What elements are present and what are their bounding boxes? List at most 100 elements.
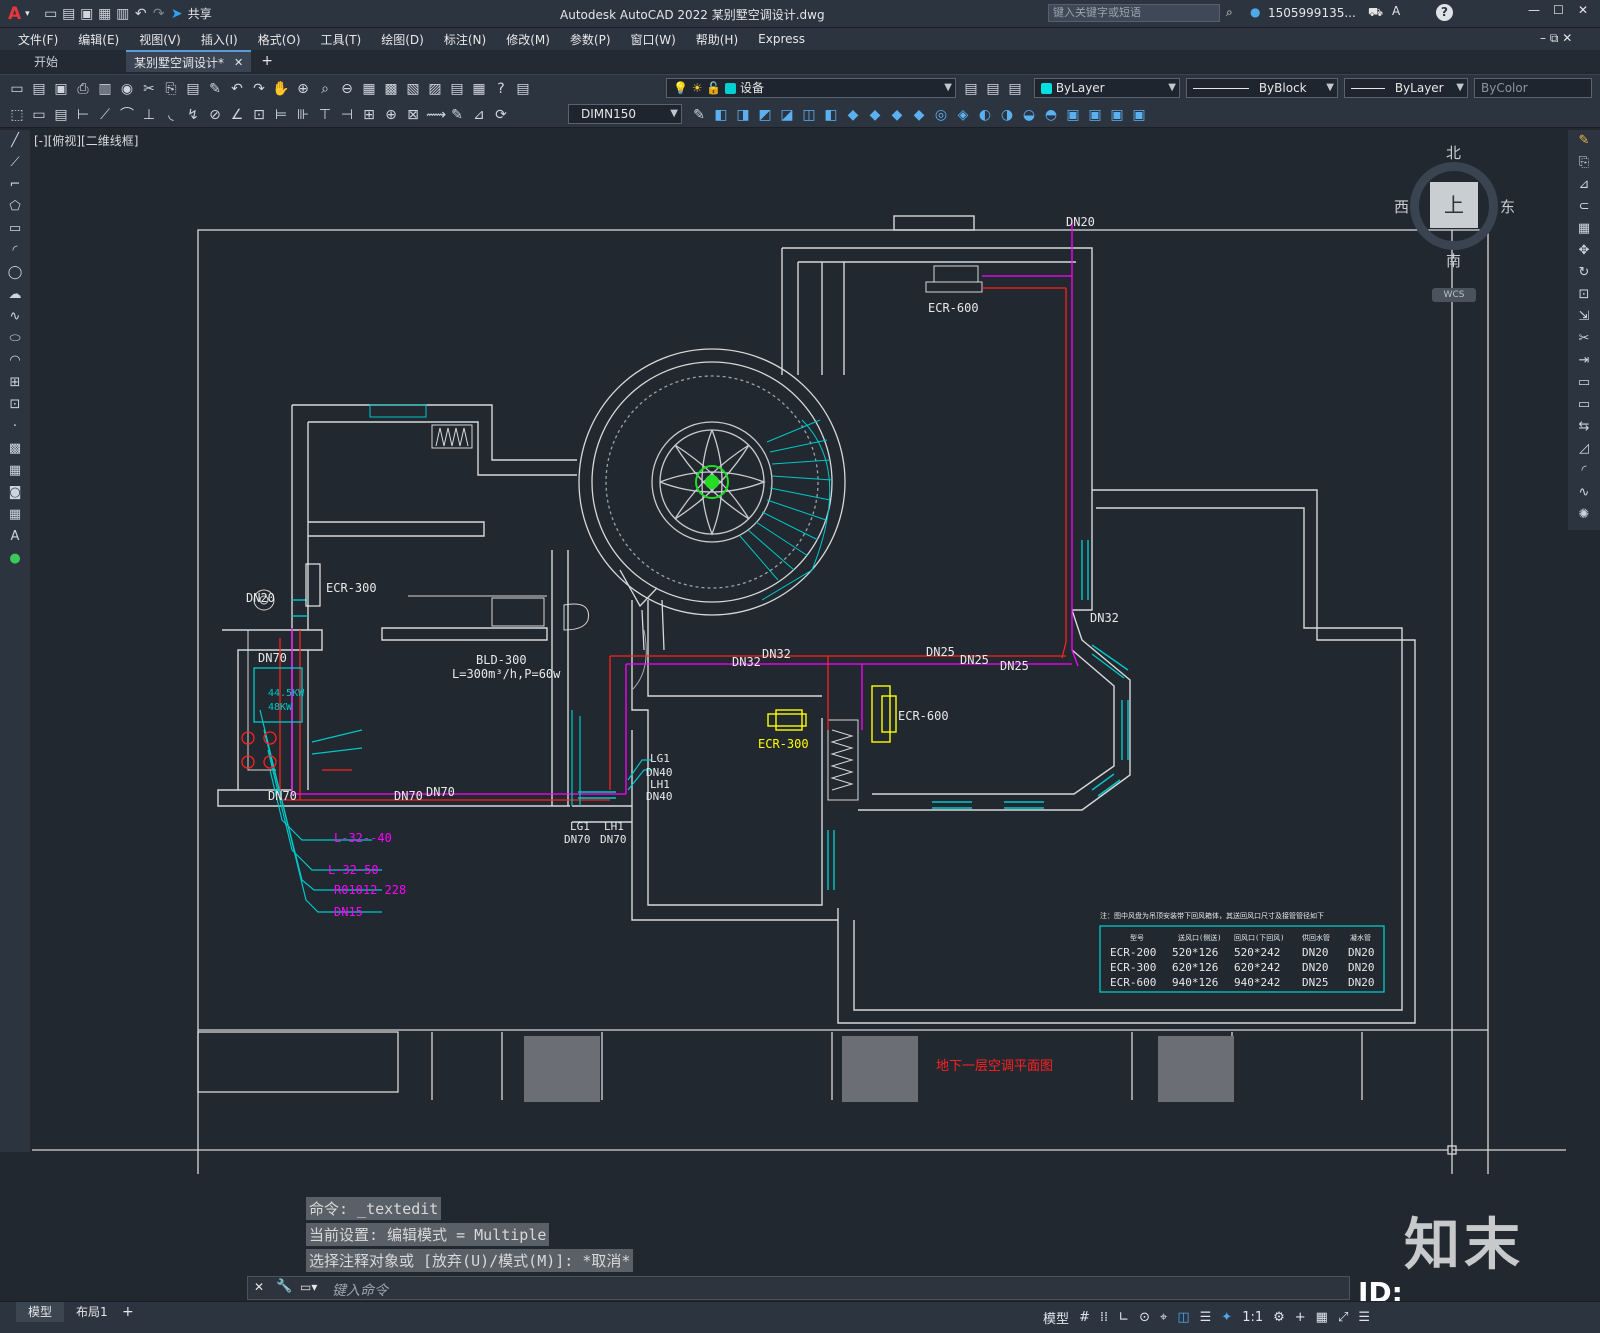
save-toolbar-icon[interactable]: ▣ bbox=[52, 80, 70, 98]
view-back-icon[interactable]: ◧ bbox=[822, 106, 840, 124]
close-tab-icon[interactable]: ✕ bbox=[234, 56, 243, 69]
move-icon[interactable]: ✥ bbox=[1568, 240, 1600, 262]
menu-window[interactable]: 窗口(W) bbox=[621, 31, 686, 48]
break-tool-icon[interactable]: ▭ bbox=[1568, 394, 1600, 416]
ucs-icon[interactable]: ▣ bbox=[1064, 106, 1082, 124]
extend-icon[interactable]: ⇥ bbox=[1568, 350, 1600, 372]
model-space-button[interactable]: 模型 bbox=[1043, 1308, 1069, 1327]
stretch-icon[interactable]: ⇲ bbox=[1568, 306, 1600, 328]
make-current-icon[interactable]: ▤ bbox=[962, 80, 980, 98]
command-line[interactable]: ✕ 🔧 ▭▾ 键入命令 bbox=[247, 1276, 1350, 1300]
menu-format[interactable]: 格式(O) bbox=[248, 31, 311, 48]
polar-icon[interactable]: ⊙ bbox=[1139, 1310, 1150, 1325]
polyline-tool-icon[interactable]: ⌐ bbox=[0, 174, 30, 196]
close-icon[interactable]: ✕ bbox=[1578, 3, 1588, 17]
autocad-logo[interactable]: A bbox=[8, 4, 21, 24]
view-bottom-icon[interactable]: ◨ bbox=[734, 106, 752, 124]
viewcube-top-face[interactable]: 上 bbox=[1430, 182, 1478, 228]
view-ne-icon[interactable]: ◆ bbox=[888, 106, 906, 124]
add-selected-icon[interactable]: ● bbox=[0, 548, 30, 570]
tab-layout1[interactable]: 布局1 bbox=[70, 1302, 114, 1322]
paste-icon[interactable]: ▤ bbox=[184, 80, 202, 98]
tab-active-drawing[interactable]: 某别墅空调设计* ✕ bbox=[126, 50, 252, 72]
camera-icon[interactable]: ◈ bbox=[954, 106, 972, 124]
explode-icon[interactable]: ✺ bbox=[1568, 504, 1600, 526]
open-icon[interactable]: ▤ bbox=[30, 80, 48, 98]
pan-icon[interactable]: ✋ bbox=[272, 80, 290, 98]
revcloud-icon[interactable]: ☁ bbox=[0, 284, 30, 306]
drawing-canvas[interactable]: [-][俯视][二维线框] DN20 ECR-600 ECR-300 DN20 … bbox=[32, 130, 1566, 1174]
line-icon[interactable]: ╱ bbox=[0, 130, 30, 152]
light-icon[interactable]: ◒ bbox=[1020, 106, 1038, 124]
layer-manager-icon[interactable]: ▤ bbox=[514, 80, 532, 98]
zoom-realtime-icon[interactable]: ⊕ bbox=[294, 80, 312, 98]
new-tab-button[interactable]: + bbox=[251, 53, 283, 69]
linear-dim-icon[interactable]: ⊢ bbox=[74, 106, 92, 124]
maximize-icon[interactable]: ☐ bbox=[1553, 3, 1564, 17]
circle-icon[interactable]: ◯ bbox=[0, 262, 30, 284]
otrack-icon[interactable]: ◫ bbox=[1177, 1310, 1189, 1325]
plus-icon[interactable]: + bbox=[1295, 1310, 1306, 1325]
inspect-icon[interactable]: ⊠ bbox=[404, 106, 422, 124]
orbit-icon[interactable]: ◎ bbox=[932, 106, 950, 124]
zoom-previous-icon[interactable]: ⊖ bbox=[338, 80, 356, 98]
print-icon[interactable]: ⎙ bbox=[74, 80, 92, 98]
settings-gear-icon[interactable]: ⚙ bbox=[1273, 1310, 1285, 1325]
menu-insert[interactable]: 插入(I) bbox=[191, 31, 248, 48]
redo-icon[interactable]: ↷ bbox=[150, 5, 168, 23]
point-icon[interactable]: · bbox=[0, 416, 30, 438]
rotate-icon[interactable]: ↻ bbox=[1568, 262, 1600, 284]
lineweight-icon[interactable]: ☰ bbox=[1200, 1310, 1212, 1325]
shade-icon[interactable]: ◐ bbox=[976, 106, 994, 124]
arc-icon[interactable]: ◜ bbox=[0, 240, 30, 262]
spline-icon[interactable]: ∿ bbox=[0, 306, 30, 328]
ucs-world-icon[interactable]: ▣ bbox=[1086, 106, 1104, 124]
menu-modify[interactable]: 修改(M) bbox=[496, 31, 560, 48]
view-right-icon[interactable]: ◪ bbox=[778, 106, 796, 124]
blend-icon[interactable]: ∿ bbox=[1568, 482, 1600, 504]
table-icon[interactable]: ▦ bbox=[0, 504, 30, 526]
tolerance-icon[interactable]: ⊞ bbox=[360, 106, 378, 124]
dim-style-icon[interactable]: ✎ bbox=[690, 106, 708, 124]
dim-text-edit-icon[interactable]: ⊿ bbox=[470, 106, 488, 124]
autodesk-account-icon[interactable]: A bbox=[1392, 4, 1400, 18]
ordinate-icon[interactable]: ⊥ bbox=[140, 106, 158, 124]
view-left-icon[interactable]: ◩ bbox=[756, 106, 774, 124]
annotation-scale-button[interactable]: 1:1 bbox=[1242, 1310, 1263, 1325]
gradient-icon[interactable]: ▦ bbox=[0, 460, 30, 482]
help-toolbar-icon[interactable]: ? bbox=[492, 80, 510, 98]
osnap-icon[interactable]: ⌖ bbox=[1160, 1310, 1167, 1325]
publish-icon[interactable]: ◉ bbox=[118, 80, 136, 98]
ellipse-icon[interactable]: ⬭ bbox=[0, 328, 30, 350]
space-icon[interactable]: ⊤ bbox=[316, 106, 334, 124]
ortho-icon[interactable]: ∟ bbox=[1118, 1310, 1129, 1325]
dim-update-icon[interactable]: ⟳ bbox=[492, 106, 510, 124]
close-command-icon[interactable]: ✕ bbox=[254, 1280, 264, 1294]
user-icon[interactable]: ● bbox=[1250, 5, 1260, 19]
insert-block-icon[interactable]: ⊞ bbox=[0, 372, 30, 394]
erase-icon[interactable]: ✎ bbox=[1568, 130, 1600, 152]
jogged-icon[interactable]: ↯ bbox=[184, 106, 202, 124]
linetype-dropdown[interactable]: ByBlock ▼ bbox=[1186, 78, 1338, 98]
offset-icon[interactable]: ⊂ bbox=[1568, 196, 1600, 218]
rectangle-tool-icon[interactable]: ▭ bbox=[0, 218, 30, 240]
quick-dim-icon[interactable]: ⊡ bbox=[250, 106, 268, 124]
user-name[interactable]: 1505999135... bbox=[1268, 6, 1356, 20]
tool-palette-icon[interactable]: ▧ bbox=[404, 80, 422, 98]
fillet-icon[interactable]: ◜ bbox=[1568, 460, 1600, 482]
aligned-dim-icon[interactable]: ⟋ bbox=[96, 106, 114, 124]
ucs-prev-icon[interactable]: ▣ bbox=[1108, 106, 1126, 124]
new-file-icon[interactable]: ▭ bbox=[42, 5, 60, 23]
layer-previous-icon[interactable]: ▤ bbox=[984, 80, 1002, 98]
baseline-icon[interactable]: ⊨ bbox=[272, 106, 290, 124]
share-label[interactable]: 共享 bbox=[188, 5, 212, 22]
menu-dimension[interactable]: 标注(N) bbox=[434, 31, 496, 48]
continue-icon[interactable]: ⊪ bbox=[294, 106, 312, 124]
view-se-icon[interactable]: ◆ bbox=[866, 106, 884, 124]
mirror-icon[interactable]: ⊿ bbox=[1568, 174, 1600, 196]
save-as-icon[interactable]: ▦ bbox=[96, 5, 114, 23]
design-center-icon[interactable]: ▩ bbox=[382, 80, 400, 98]
command-prompt-icon[interactable]: ▭▾ bbox=[300, 1280, 317, 1294]
fullscreen-icon[interactable]: ⤢ bbox=[1338, 1310, 1348, 1325]
undo-icon[interactable]: ↶ bbox=[132, 5, 150, 23]
